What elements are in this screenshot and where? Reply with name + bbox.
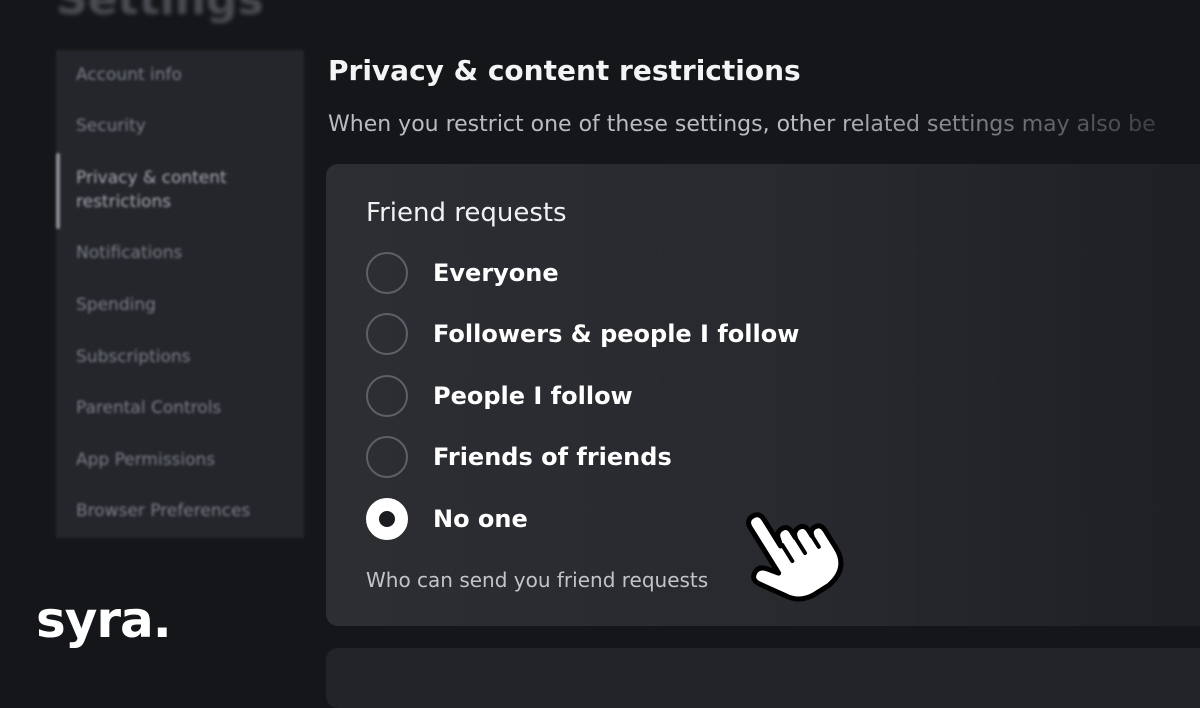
sidebar-item-privacy-line1: Privacy & content xyxy=(76,168,227,188)
syra-logo: syra. xyxy=(36,591,172,649)
section-description: When you restrict one of these settings,… xyxy=(328,112,1156,137)
friend-requests-title: Friend requests xyxy=(366,198,567,228)
sidebar-item-spending[interactable]: Spending xyxy=(76,293,296,317)
sidebar-item-privacy[interactable]: Privacy & content restrictions xyxy=(76,166,296,214)
option-label: No one xyxy=(433,505,528,533)
radio-unchecked-icon[interactable] xyxy=(366,375,408,417)
settings-sidebar: Account info Security Privacy & content … xyxy=(56,50,304,538)
sidebar-item-security[interactable]: Security xyxy=(76,114,296,138)
option-label: People I follow xyxy=(433,382,633,410)
sidebar-item-subscriptions[interactable]: Subscriptions xyxy=(76,345,296,369)
radio-dot xyxy=(379,511,395,527)
hand-pointer-icon xyxy=(746,512,844,602)
radio-checked-icon[interactable] xyxy=(366,498,408,540)
option-label: Followers & people I follow xyxy=(433,320,800,348)
option-friends-of-friends[interactable]: Friends of friends xyxy=(366,434,886,480)
radio-unchecked-icon[interactable] xyxy=(366,313,408,355)
sidebar-item-browser-preferences[interactable]: Browser Preferences xyxy=(76,499,296,523)
option-label: Friends of friends xyxy=(433,443,672,471)
sidebar-item-notifications[interactable]: Notifications xyxy=(76,241,296,265)
radio-unchecked-icon[interactable] xyxy=(366,436,408,478)
friend-requests-caption: Who can send you friend requests xyxy=(366,568,709,592)
option-people-i-follow[interactable]: People I follow xyxy=(366,373,886,419)
sidebar-item-account-info[interactable]: Account info xyxy=(76,63,296,87)
option-label: Everyone xyxy=(433,259,559,287)
sidebar-item-app-permissions[interactable]: App Permissions xyxy=(76,448,296,472)
option-everyone[interactable]: Everyone xyxy=(366,250,886,296)
option-followers-and-following[interactable]: Followers & people I follow xyxy=(366,311,886,357)
radio-unchecked-icon[interactable] xyxy=(366,252,408,294)
page-heading: Settings xyxy=(56,0,264,25)
next-settings-card xyxy=(326,648,1200,708)
sidebar-active-indicator xyxy=(56,153,60,229)
section-title: Privacy & content restrictions xyxy=(328,54,801,87)
sidebar-item-privacy-line2: restrictions xyxy=(76,192,172,212)
sidebar-item-parental-controls[interactable]: Parental Controls xyxy=(76,396,296,420)
